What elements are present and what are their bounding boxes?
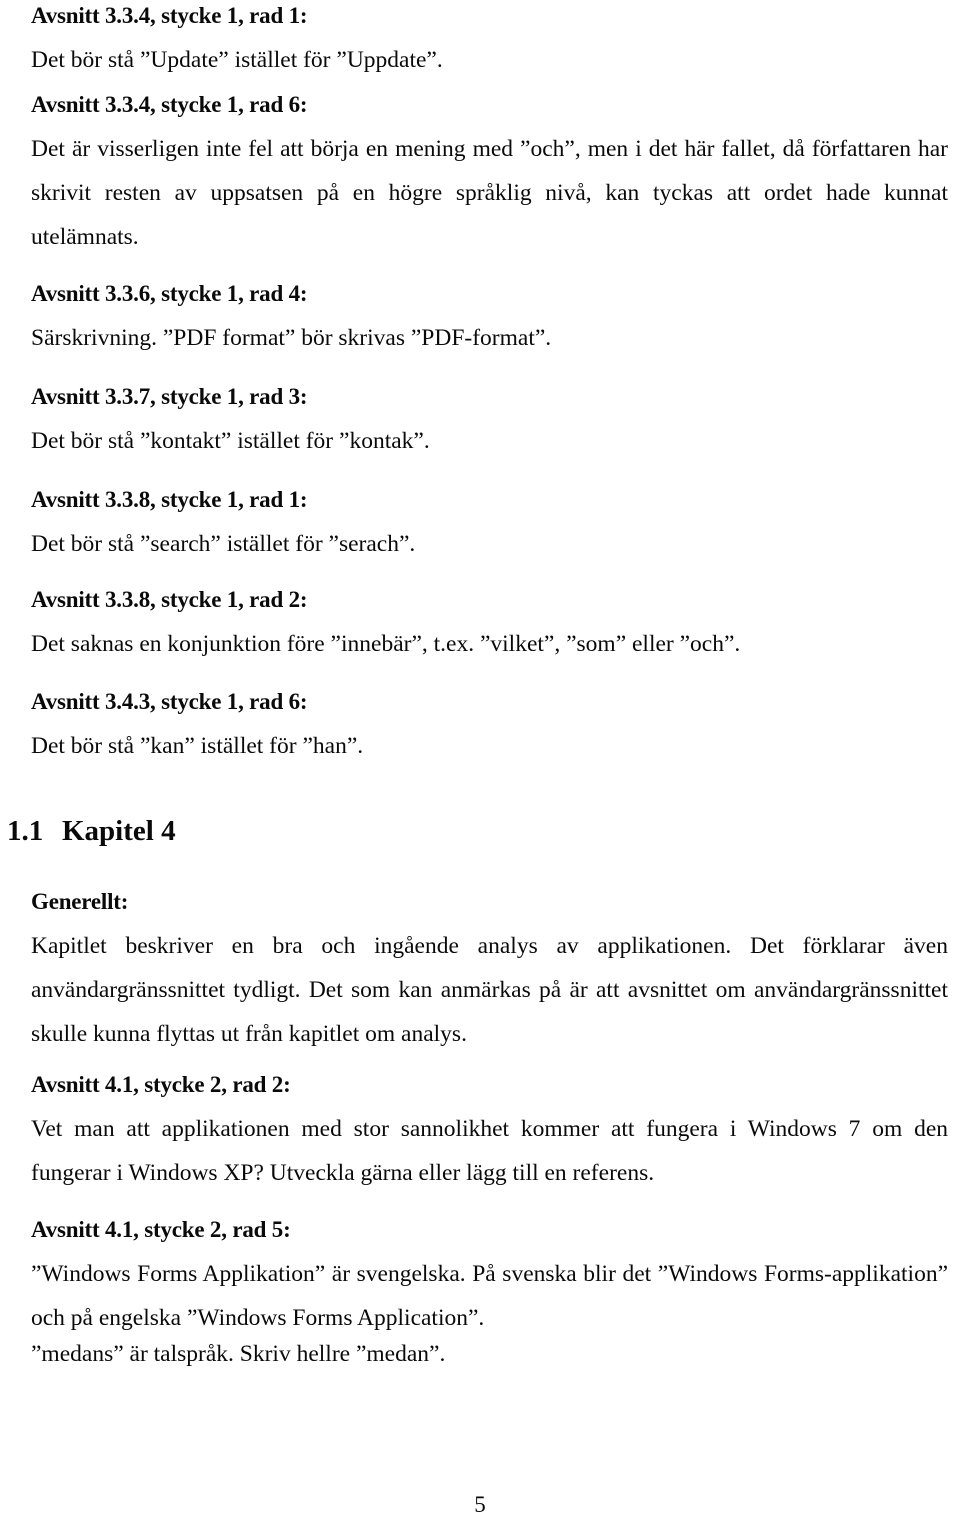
section-heading: 1.1 Kapitel 4 <box>7 814 176 848</box>
note-body: Det saknas en konjunktion före ”innebär”… <box>31 631 741 657</box>
section-number: 1.1 <box>7 815 44 847</box>
note-body: Det bör stå ”Update” istället för ”Uppda… <box>31 47 443 73</box>
note-body: Det bör stå ”kontakt” istället för ”kont… <box>31 428 430 454</box>
note-heading: Avsnitt 3.3.8, stycke 1, rad 2: <box>31 587 308 612</box>
note-heading: Avsnitt 3.3.7, stycke 1, rad 3: <box>31 384 308 409</box>
note-heading: Avsnitt 3.3.4, stycke 1, rad 1: <box>31 3 308 28</box>
note-heading: Avsnitt 4.1, stycke 2, rad 2: <box>31 1072 291 1097</box>
note-block: Avsnitt 3.3.4, stycke 1, rad 1: Det bör … <box>31 0 948 82</box>
document-page: Avsnitt 3.3.4, stycke 1, rad 1: Det bör … <box>0 0 960 1531</box>
note-body: Vet man att applikationen med stor sanno… <box>31 1116 948 1186</box>
note-heading: Avsnitt 3.3.4, stycke 1, rad 6: <box>31 92 308 117</box>
general-label: Generellt: <box>31 889 129 914</box>
note-body: ”Windows Forms Applikation” är svengelsk… <box>31 1261 948 1331</box>
general-block: Generellt: Kapitlet beskriver en bra och… <box>31 880 948 1056</box>
note-block: Avsnitt 4.1, stycke 2, rad 2: Vet man at… <box>31 1063 948 1195</box>
note-heading: Avsnitt 3.3.8, stycke 1, rad 1: <box>31 487 308 512</box>
general-body: Kapitlet beskriver en bra och ingående a… <box>31 933 948 1047</box>
closing-note: ”medans” är talspråk. Skriv hellre ”meda… <box>31 1341 446 1367</box>
note-block: Avsnitt 4.1, stycke 2, rad 5: ”Windows F… <box>31 1208 948 1340</box>
note-block: Avsnitt 3.3.8, stycke 1, rad 2: Det sakn… <box>31 578 948 666</box>
note-heading: Avsnitt 3.3.6, stycke 1, rad 4: <box>31 281 308 306</box>
closing-note-block: ”medans” är talspråk. Skriv hellre ”meda… <box>31 1332 948 1376</box>
note-body: Det är visserligen inte fel att börja en… <box>31 136 948 250</box>
page-number: 5 <box>474 1492 486 1517</box>
note-block: Avsnitt 3.3.6, stycke 1, rad 4: Särskriv… <box>31 272 948 360</box>
note-body: Särskrivning. ”PDF format” bör skrivas ”… <box>31 325 552 351</box>
note-heading: Avsnitt 3.4.3, stycke 1, rad 6: <box>31 689 308 714</box>
note-block: Avsnitt 3.3.8, stycke 1, rad 1: Det bör … <box>31 478 948 566</box>
note-body: Det bör stå ”kan” istället för ”han”. <box>31 733 364 759</box>
note-block: Avsnitt 3.3.7, stycke 1, rad 3: Det bör … <box>31 375 948 463</box>
note-block: Avsnitt 3.4.3, stycke 1, rad 6: Det bör … <box>31 680 948 768</box>
note-body: Det bör stå ”search” istället för ”serac… <box>31 531 416 557</box>
note-block: Avsnitt 3.3.4, stycke 1, rad 6: Det är v… <box>31 83 948 259</box>
note-heading: Avsnitt 4.1, stycke 2, rad 5: <box>31 1217 291 1242</box>
section-title: Kapitel 4 <box>62 815 176 847</box>
